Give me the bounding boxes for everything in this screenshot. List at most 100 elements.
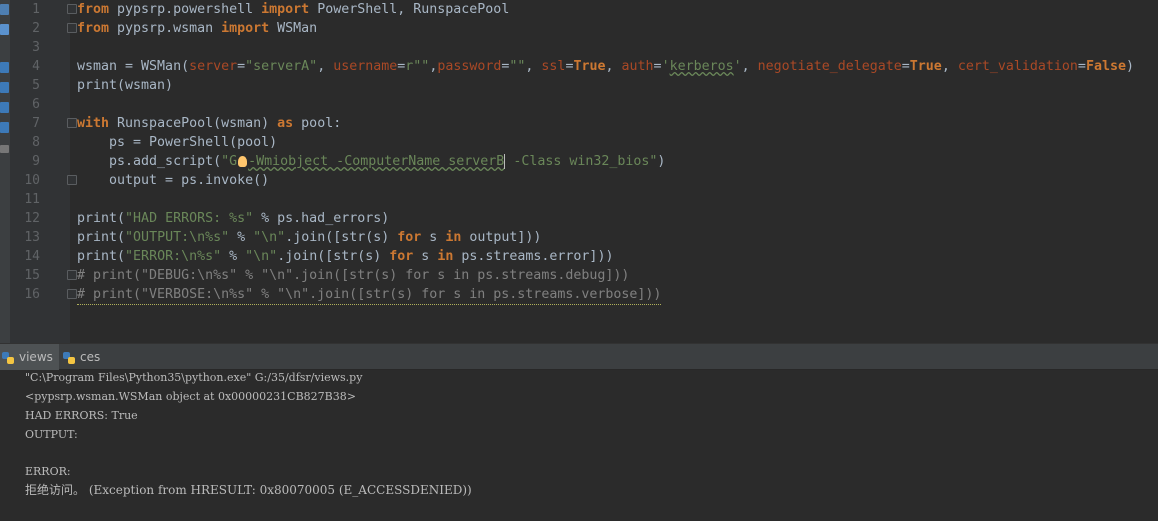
string: "" [509,59,526,74]
string: -Wmiobject -ComputerName serverB [248,154,505,169]
string: "HAD ERRORS: %s" [125,211,254,226]
line-number: 2 [32,21,40,36]
line-number: 4 [32,59,40,74]
line-number: 10 [24,173,40,188]
code-text: ps.add_script( [77,154,222,169]
code-text: pypsrp.powershell [109,2,262,17]
keyword: import [221,21,270,36]
code-text: ) [1125,59,1134,74]
line-number: 3 [32,40,40,55]
string: "OUTPUT:\n%s" [125,230,230,245]
console-error-line: 拒绝访问。 (Exception from HRESULT: 0x8007000… [25,483,472,497]
code-text: , [525,59,542,74]
code-text: print( [77,211,126,226]
line-number: 12 [24,211,40,226]
code-line-13: print("OUTPUT:\n%s" % "\n".join([str(s) … [77,228,541,247]
string: "G [221,154,238,169]
code-line-14: print("ERROR:\n%s" % "\n".join([str(s) f… [77,247,613,266]
code-text: PowerShell, RunspacePool [309,2,510,17]
code-text: RunspacePool(wsman) [109,116,278,131]
code-line-2: from pypsrp.wsman import WSMan [77,19,317,38]
fold-marker[interactable] [67,175,77,185]
tab-views[interactable]: views [0,344,59,370]
code-text: = [653,59,662,74]
code-editor[interactable]: 1 2 3 4 5 6 7 8 9 10 11 12 13 14 15 16 f… [10,0,1158,343]
param: auth [621,59,654,74]
code-text: , [941,59,958,74]
line-number: 11 [24,192,40,207]
file-icon[interactable] [0,122,9,133]
code-line-10: output = ps.invoke() [77,173,270,188]
line-number: 16 [24,287,40,302]
code-text: print( [77,249,126,264]
left-tool-strip [0,0,10,343]
string: -Class win32_bios" [505,154,658,169]
string: ' [661,59,670,74]
param: server [189,59,238,74]
keyword: as [277,116,294,131]
line-number: 5 [32,78,40,93]
run-console-output[interactable]: "C:\Program Files\Python35\python.exe" G… [0,370,1158,521]
keyword: False [1085,59,1126,74]
code-line-9: ps.add_script("G -Wmiobject -ComputerName… [77,152,665,171]
fold-marker[interactable] [67,118,77,128]
run-tabs-bar: views ces [0,343,1158,370]
line-number: 15 [24,268,40,283]
string: "\n" [253,230,286,245]
line-number: 14 [24,249,40,264]
code-text: = [237,59,246,74]
param: cert_validation [957,59,1078,74]
code-line-5: print(wsman) [77,78,174,93]
fold-marker[interactable] [67,289,77,299]
code-text: output])) [461,230,542,245]
line-number: 1 [32,2,40,17]
code-text: , [317,59,334,74]
line-number: 13 [24,230,40,245]
code-text: , [741,59,758,74]
code-text: print( [77,230,126,245]
console-line: ERROR: [25,465,71,478]
console-line: OUTPUT: [25,428,78,441]
close-icon[interactable] [0,145,9,153]
keyword: True [909,59,942,74]
code-text: % ps.had_errors) [253,211,390,226]
keyword: from [77,21,110,36]
keyword: with [77,116,110,131]
string: ' [733,59,742,74]
string: "serverA" [245,59,318,74]
keyword: from [77,2,110,17]
fold-marker[interactable] [67,23,77,33]
keyword: in [437,249,454,264]
project-icon[interactable] [0,4,9,15]
string: r"" [405,59,430,74]
file-icon[interactable] [0,82,9,93]
param: password [437,59,502,74]
line-number-gutter: 1 2 3 4 5 6 7 8 9 10 11 12 13 14 15 16 [10,0,77,343]
code-text: % [221,249,246,264]
code-text: = [1077,59,1086,74]
tab-label: views [19,350,53,364]
file-icon[interactable] [0,62,9,73]
code-text: s [413,249,438,264]
param: username [333,59,398,74]
code-text: ps.streams.error])) [453,249,614,264]
structure-icon[interactable] [0,24,9,35]
file-icon[interactable] [0,102,9,113]
console-line: <pypsrp.wsman.WSMan object at 0x00000231… [25,390,356,403]
code-text: .join([str(s) [285,230,398,245]
keyword: import [261,2,310,17]
keyword: True [573,59,606,74]
tab-label: ces [80,350,101,364]
code-line-12: print("HAD ERRORS: %s" % ps.had_errors) [77,209,389,228]
fold-marker[interactable] [67,4,77,14]
code-text: .join([str(s) [277,249,390,264]
code-text: pool: [293,116,342,131]
lightbulb-icon[interactable] [238,155,248,167]
tab-ces[interactable]: ces [63,344,113,370]
code-text: wsman = WSMan( [77,59,190,74]
param: ssl [541,59,566,74]
code-line-8: ps = PowerShell(pool) [77,135,278,150]
fold-marker[interactable] [67,270,77,280]
code-area[interactable]: from pypsrp.powershell import PowerShell… [77,0,1158,343]
code-text: , [605,59,622,74]
